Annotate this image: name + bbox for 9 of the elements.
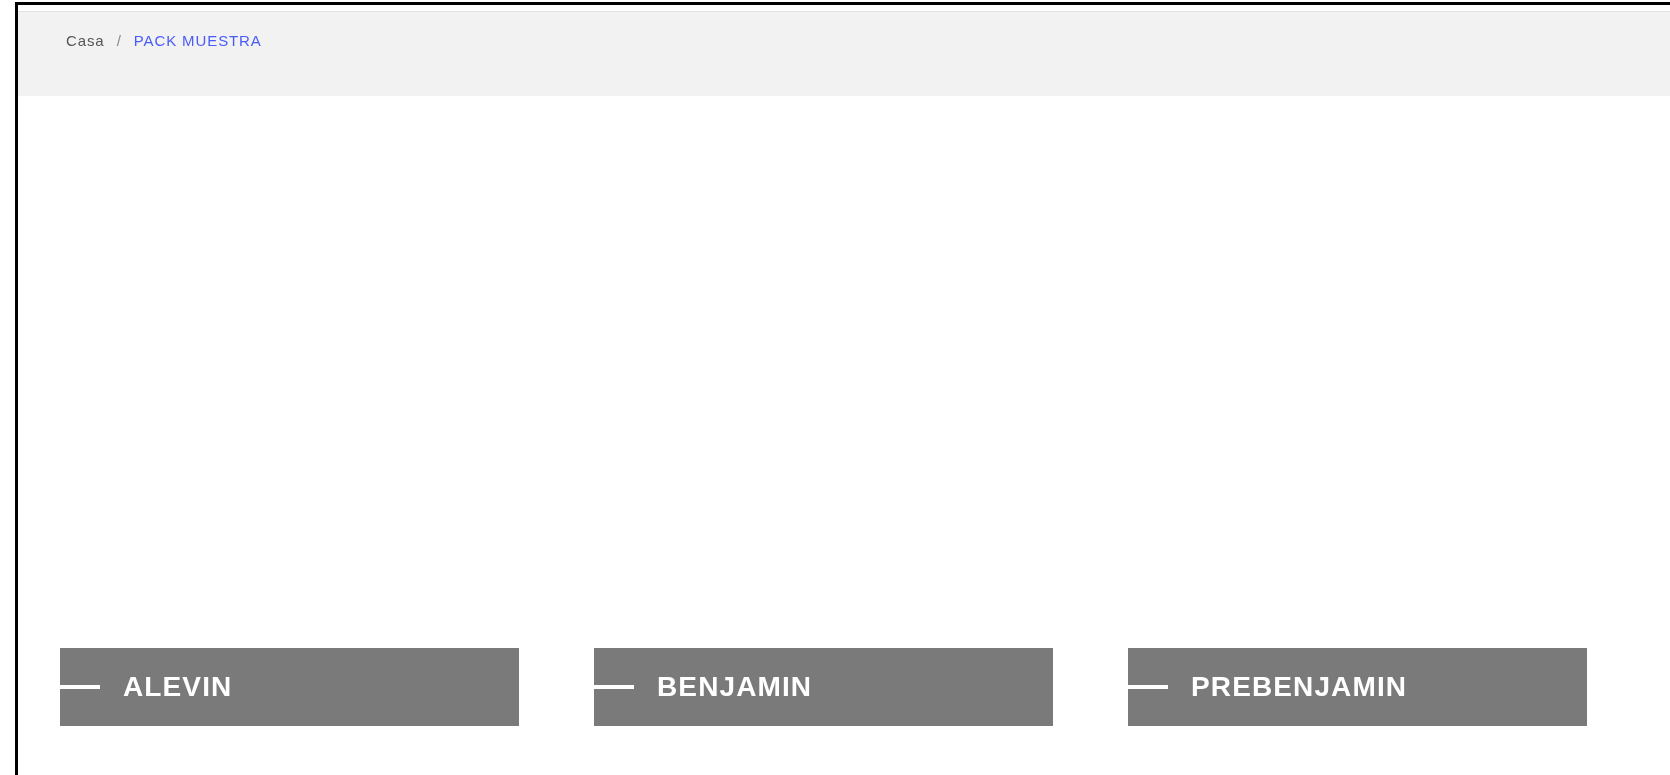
dash-icon: [594, 685, 634, 689]
category-button[interactable]: ALEVIN: [60, 648, 519, 726]
dash-icon: [60, 685, 100, 689]
category-button[interactable]: PREBENJAMIN: [1128, 648, 1587, 726]
category-button[interactable]: BENJAMIN: [594, 648, 1053, 726]
breadcrumb-link[interactable]: Casa: [66, 30, 105, 53]
breadcrumb-separator: /: [116, 31, 122, 51]
dash-icon: [1128, 685, 1168, 689]
breadcrumb-link[interactable]: PACK MUESTRA: [133, 30, 262, 53]
